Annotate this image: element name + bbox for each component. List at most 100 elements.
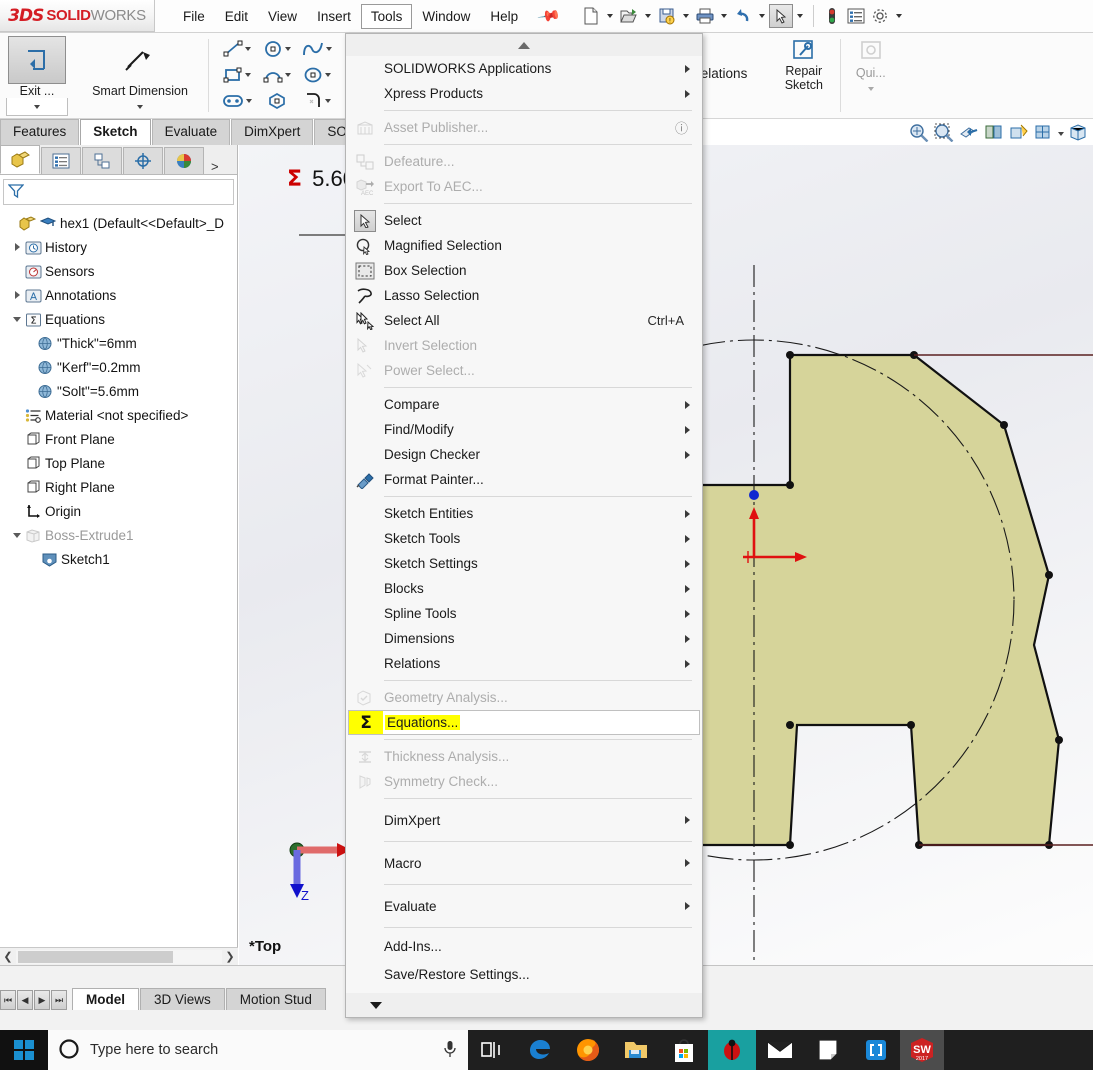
- menu-file[interactable]: File: [173, 4, 215, 29]
- display-manager-tab[interactable]: [164, 147, 204, 174]
- tree-item-top-plane[interactable]: Top Plane: [2, 451, 237, 475]
- next-tab-button[interactable]: ▶: [34, 990, 50, 1010]
- zoom-to-fit-icon[interactable]: [908, 122, 930, 145]
- open-caret[interactable]: [644, 14, 651, 18]
- menu-edit[interactable]: Edit: [215, 4, 258, 29]
- circle-tool-caret[interactable]: [285, 47, 291, 51]
- menu-add-ins[interactable]: Add-Ins...: [346, 932, 702, 960]
- fillet-tool[interactable]: [297, 88, 337, 114]
- apply-scene-icon[interactable]: [1067, 122, 1089, 145]
- tree-item-history[interactable]: History: [2, 235, 237, 259]
- ellipse-tool-caret[interactable]: [325, 73, 331, 77]
- solidworks-taskbar-icon[interactable]: SW 2017: [900, 1030, 944, 1070]
- line-tool-caret[interactable]: [245, 47, 251, 51]
- hide-show-items-icon[interactable]: [1033, 122, 1055, 145]
- tree-item-part[interactable]: hex1 (Default<<Default>_D: [2, 211, 237, 235]
- menu-dimxpert[interactable]: DimXpert: [346, 803, 702, 837]
- menu-save-restore-settings[interactable]: Save/Restore Settings...: [346, 960, 702, 988]
- spline-tool-caret[interactable]: [326, 47, 332, 51]
- menu-sketch-settings[interactable]: Sketch Settings: [346, 551, 702, 576]
- new-doc-caret[interactable]: [606, 14, 613, 18]
- menu-scroll-down-button[interactable]: [346, 993, 702, 1017]
- prev-tab-button[interactable]: ◀: [17, 990, 33, 1010]
- scroll-thumb[interactable]: [18, 950, 173, 963]
- print-caret[interactable]: [720, 14, 727, 18]
- feature-filter-input[interactable]: [3, 179, 234, 205]
- list-icon[interactable]: [844, 4, 868, 28]
- zoom-to-area-icon[interactable]: [933, 122, 955, 145]
- tab-evaluate[interactable]: Evaluate: [151, 119, 231, 145]
- mail-app-icon[interactable]: [756, 1030, 804, 1070]
- menu-select[interactable]: Select: [346, 208, 702, 233]
- menu-blocks[interactable]: Blocks: [346, 576, 702, 601]
- sticky-notes-icon[interactable]: [804, 1030, 852, 1070]
- menu-magnified-selection[interactable]: Magnified Selection: [346, 233, 702, 258]
- menu-format-painter[interactable]: Format Painter...: [346, 467, 702, 492]
- menu-design-checker[interactable]: Design Checker: [346, 442, 702, 467]
- smart-dimension-dropdown[interactable]: [80, 98, 200, 116]
- gear-icon[interactable]: [868, 4, 892, 28]
- configuration-manager-tab[interactable]: [82, 147, 122, 174]
- scroll-left-icon[interactable]: ❮: [0, 950, 16, 963]
- menu-evaluate[interactable]: Evaluate: [346, 889, 702, 923]
- display-style-icon[interactable]: [1008, 122, 1030, 145]
- menu-scroll-up-button[interactable]: [346, 34, 702, 56]
- quick-snaps-dropdown[interactable]: [849, 80, 893, 98]
- menu-insert[interactable]: Insert: [307, 4, 361, 29]
- feature-tree-horizontal-scrollbar[interactable]: ❮ ❯: [0, 947, 238, 965]
- menu-dimensions[interactable]: Dimensions: [346, 626, 702, 651]
- tree-item-sensors[interactable]: Sensors: [2, 259, 237, 283]
- tree-item-origin[interactable]: Origin: [2, 499, 237, 523]
- polygon-tool[interactable]: [257, 88, 297, 114]
- smart-dimension-button[interactable]: Smart Dimension: [80, 36, 200, 116]
- repair-sketch-button[interactable]: Repair Sketch: [776, 36, 832, 92]
- view-orientation-icon[interactable]: [983, 122, 1005, 145]
- hide-show-caret[interactable]: [1058, 131, 1064, 136]
- rectangle-tool[interactable]: [217, 62, 257, 88]
- bottom-tab-motion-study[interactable]: Motion Stud: [225, 988, 326, 1010]
- slot-tool-caret[interactable]: [246, 99, 252, 103]
- tab-dimxpert[interactable]: DimXpert: [231, 119, 314, 145]
- quick-snaps-button[interactable]: Qui...: [849, 36, 893, 98]
- tab-sketch[interactable]: Sketch: [80, 119, 151, 145]
- scroll-right-icon[interactable]: ❯: [222, 950, 238, 963]
- tree-item-global-kerf[interactable]: "Kerf"=0.2mm: [2, 355, 237, 379]
- first-tab-button[interactable]: ⏮: [0, 990, 16, 1010]
- select-caret[interactable]: [796, 14, 803, 18]
- last-tab-button[interactable]: ⏭: [51, 990, 67, 1010]
- tree-item-annotations[interactable]: Annotations: [2, 283, 237, 307]
- arc-tool-caret[interactable]: [285, 73, 291, 77]
- exit-sketch-dropdown[interactable]: [6, 98, 68, 116]
- exit-sketch-button[interactable]: Exit ...: [6, 36, 68, 116]
- fillet-tool-caret[interactable]: [325, 99, 331, 103]
- undo-caret[interactable]: [758, 14, 765, 18]
- tree-item-equations[interactable]: Σ Equations: [2, 307, 237, 331]
- open-folder-icon[interactable]: [617, 4, 641, 28]
- ellipse-tool[interactable]: [297, 62, 337, 88]
- microphone-icon[interactable]: [442, 1039, 458, 1062]
- feature-manager-tab[interactable]: [0, 145, 40, 174]
- new-doc-icon[interactable]: [579, 4, 603, 28]
- tree-item-global-solt[interactable]: "Solt"=5.6mm: [2, 379, 237, 403]
- equations-toggle[interactable]: [10, 316, 24, 322]
- menu-window[interactable]: Window: [412, 4, 480, 29]
- help-icon[interactable]: ⓘ: [675, 118, 688, 137]
- pin-icon[interactable]: 📌: [537, 3, 563, 29]
- taskbar-search-box[interactable]: Type here to search: [48, 1030, 468, 1070]
- rectangle-tool-caret[interactable]: [245, 73, 251, 77]
- boss-extrude-toggle[interactable]: [10, 532, 24, 538]
- traffic-light-icon[interactable]: [820, 4, 844, 28]
- arc-tool[interactable]: [257, 62, 297, 88]
- history-toggle[interactable]: [10, 243, 24, 251]
- menu-solidworks-applications[interactable]: SOLIDWORKS Applications: [346, 56, 702, 81]
- task-view-icon[interactable]: [468, 1030, 516, 1070]
- tab-features[interactable]: Features: [0, 119, 80, 145]
- bottom-tab-model[interactable]: Model: [72, 988, 139, 1010]
- bottom-tab-3d-views[interactable]: 3D Views: [140, 988, 225, 1010]
- menu-lasso-selection[interactable]: Lasso Selection: [346, 283, 702, 308]
- save-disk-icon[interactable]: !: [655, 4, 679, 28]
- more-tabs-chevron-icon[interactable]: >: [211, 159, 219, 174]
- menu-select-all[interactable]: Select All Ctrl+A: [346, 308, 702, 333]
- tree-item-material[interactable]: Material <not specified>: [2, 403, 237, 427]
- menu-equations[interactable]: Σ Equations...: [348, 710, 700, 735]
